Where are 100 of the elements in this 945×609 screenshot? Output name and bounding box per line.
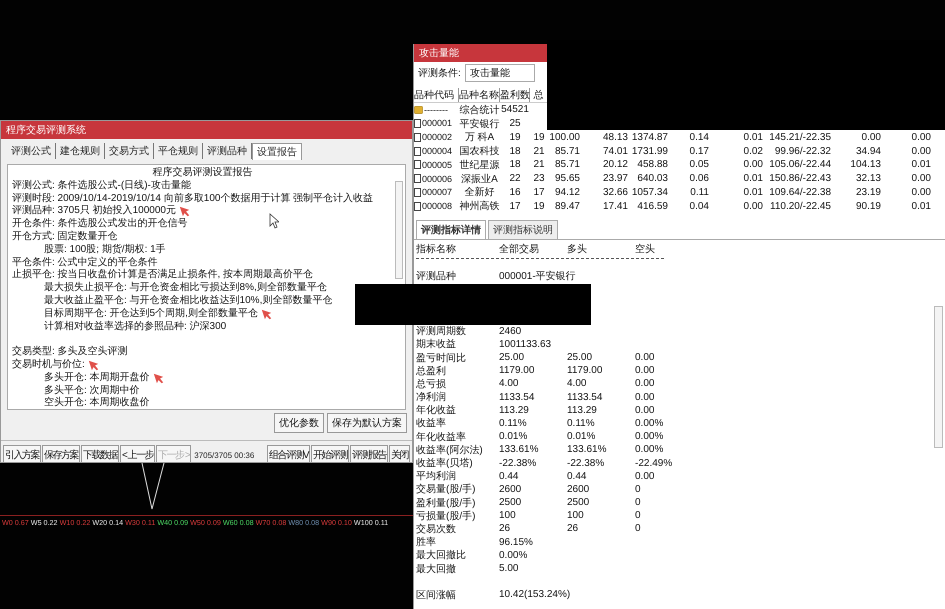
table-cell-text: 平安银行 [459, 118, 500, 130]
checkbox[interactable] [414, 160, 421, 170]
table-cell-text: 26 [567, 523, 580, 534]
table-cell-text: 99.96/-22.32 [774, 146, 831, 157]
table-cell-text: 0.01 [742, 186, 763, 198]
table-cell-text: 收益率(贝塔) [416, 456, 474, 470]
table-cell: 000002 [422, 132, 452, 142]
checkbox[interactable] [414, 146, 421, 156]
table-cell: 0.00 [635, 352, 654, 364]
table-cell-text: 000001-平安银行 [499, 270, 576, 283]
tab[interactable]: 平仓规则 [154, 143, 203, 159]
table-cell-text: 深振业A [460, 172, 499, 186]
progress-text: 3705/3705 00:36 [194, 450, 254, 460]
scrollbar[interactable] [395, 181, 403, 279]
table-cell-text: 0.14 [688, 132, 709, 143]
table-cell-text: 神州高铁 [459, 200, 500, 214]
toolbar-button[interactable]: < 上一步 [120, 445, 156, 462]
checkbox[interactable] [414, 202, 421, 211]
table-cell-text: 26 [499, 523, 512, 534]
table-cell-text: 0.44 [499, 470, 520, 482]
tab[interactable]: 评测指标详情 [416, 220, 486, 240]
tab[interactable]: 评测指标说明 [488, 220, 558, 240]
table-cell-text: 100 [499, 510, 517, 522]
table-cell-text: 0.01% [567, 431, 596, 442]
table-cell: 0.00% [635, 444, 664, 456]
column-header[interactable]: 品种名称 [459, 88, 500, 102]
checkbox[interactable] [414, 188, 421, 197]
column-header[interactable]: 盈利数 [500, 88, 530, 102]
report-line: 平仓条件: 公式中定义的平仓条件 [12, 256, 158, 268]
table-cell-text: 1179.00 [499, 365, 536, 376]
column-header: 全部交易 [499, 242, 540, 256]
table-cell-text: 133.61% [499, 444, 540, 456]
table-cell-text: 22 [508, 173, 522, 184]
toolbar-button[interactable]: 引入方案 [3, 445, 41, 462]
table-cell-text: 0.11% [499, 418, 528, 429]
table-cell-text: 32.66 [602, 186, 628, 198]
table-cell-text: 16 [508, 186, 522, 198]
table-cell-text: 0.00 [910, 132, 931, 143]
table-cell: 0.00 [635, 365, 654, 376]
table-cell: 0.00% [635, 431, 664, 442]
toolbar-button[interactable]: 评测报告 [350, 445, 388, 462]
table-cell-text: 期末收益 [416, 338, 457, 352]
table-cell-text: 458.88 [636, 159, 668, 170]
report-line: 交易时机与价位: [12, 358, 85, 372]
tab[interactable]: 评测公式 [7, 143, 56, 159]
table-cell: 0.00 [635, 470, 654, 482]
table-cell: 1001133.63 [499, 338, 552, 350]
table-cell-text: 净利润 [416, 390, 447, 404]
table-cell-text: 0.00 [910, 146, 931, 157]
table-cell-text: 20.12 [602, 159, 628, 170]
table-cell-text: 89.47 [554, 200, 580, 212]
table-cell-text: 0.01 [910, 159, 931, 170]
report-line: 开仓方式: 固定数量开仓 [12, 230, 118, 244]
table-cell-text: 85.71 [554, 146, 580, 157]
table-cell-text: 1179.00 [567, 365, 604, 376]
table-cell: 100.00 [548, 132, 580, 143]
report-line: 交易类型: 多头及空头评测 [12, 346, 128, 358]
table-cell-text: 盈亏时间比 [416, 352, 467, 365]
table-cell-text: 17 [532, 186, 546, 198]
folder-icon [414, 105, 423, 114]
toolbar-button[interactable]: 组合评测V [266, 445, 310, 462]
column-header[interactable]: 品种代码 [414, 88, 459, 102]
table-cell: 10.42(153.24%) [499, 589, 570, 600]
table-cell-text: 年化收益率 [416, 430, 467, 444]
table-cell-text: 105.06/-22.44 [768, 159, 831, 170]
table-cell-text: 评测周期数 [416, 324, 467, 338]
table-cell-text: 0.05 [688, 159, 709, 170]
table-cell-text: 综合统计 [459, 104, 500, 117]
table-cell: 2460 [499, 326, 522, 337]
toolbar-button[interactable]: 保存方案 [42, 445, 80, 462]
table-cell-text: 0.06 [688, 173, 709, 184]
action-button[interactable]: 优化参数 [274, 413, 324, 433]
table-cell-text: -22.38% [499, 458, 538, 469]
toolbar-button[interactable]: 开始评测 [311, 445, 349, 462]
table-cell-text: 0.17 [688, 146, 709, 157]
tab[interactable]: 建仓规则 [56, 143, 105, 159]
table-cell: 0 [635, 523, 641, 534]
table-cell-text: 0.11% [567, 418, 596, 429]
checkbox[interactable] [414, 132, 421, 142]
table-cell-text: 0.04 [688, 200, 709, 212]
tab[interactable]: 设置报告 [252, 142, 302, 160]
table-cell: 0 [635, 497, 641, 508]
tab[interactable]: 交易方式 [105, 143, 154, 159]
condition-field[interactable]: 攻击量能 [464, 64, 535, 82]
toolbar-button[interactable]: 下载数据 [81, 445, 119, 462]
table-cell-text: 1133.54 [567, 392, 604, 403]
checkbox[interactable] [414, 118, 421, 128]
table-cell-text: 0.44 [567, 470, 588, 482]
pointer-arrow-icon [152, 372, 164, 384]
scrollbar[interactable] [934, 306, 943, 448]
table-cell-text: 19 [508, 132, 522, 143]
table-cell-text: 总亏损 [416, 378, 447, 391]
action-button[interactable]: 保存为默认方案 [327, 413, 407, 433]
toolbar-button[interactable]: 关闭 [389, 445, 410, 462]
table-cell-text: 34.94 [854, 146, 881, 157]
table-cell-text: 0.01 [742, 132, 763, 143]
report-line: 评测品种: 3705只 初始投入100000元 [12, 205, 176, 218]
table-cell-text: 21 [532, 159, 546, 170]
checkbox[interactable] [414, 174, 421, 184]
pointer-arrow-icon [260, 308, 272, 320]
